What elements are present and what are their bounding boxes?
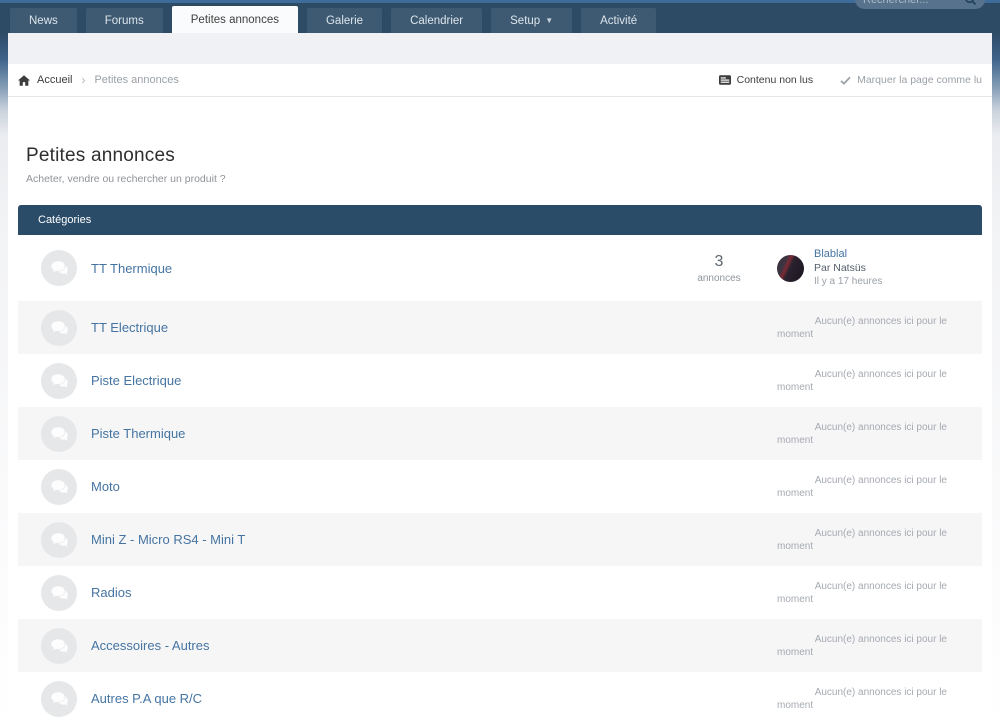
category-row: Piste Electrique Aucun(e) annonces ici p… xyxy=(18,354,982,407)
tab-calendrier[interactable]: Calendrier xyxy=(391,8,482,33)
comments-icon xyxy=(41,628,77,664)
main-content: Petites annonces Acheter, vendre ou rech… xyxy=(8,97,992,727)
check-icon xyxy=(840,76,851,85)
annonce-count: 3 xyxy=(679,253,759,271)
breadcrumb-current: Petites annonces xyxy=(94,74,178,86)
breadcrumb-actions: Contenu non lus Marquer la page comme lu xyxy=(719,74,982,86)
tab-label: Galerie xyxy=(326,15,363,27)
breadcrumb-trail: Accueil › Petites annonces xyxy=(18,73,179,87)
category-link[interactable]: Mini Z - Micro RS4 - Mini T xyxy=(91,532,679,547)
last-post: Aucun(e) annonces ici pour le moment xyxy=(777,421,952,447)
category-link[interactable]: Autres P.A que R/C xyxy=(91,691,679,706)
avatar[interactable] xyxy=(777,255,804,282)
last-post: Aucun(e) annonces ici pour le moment xyxy=(777,527,952,553)
empty-category-text: Aucun(e) annonces ici pour le moment xyxy=(777,686,947,712)
categories-header-bar: Catégories xyxy=(18,205,982,235)
home-icon[interactable] xyxy=(18,75,30,86)
unread-content-icon xyxy=(719,75,731,85)
comments-icon xyxy=(41,469,77,505)
page-title: Petites annonces xyxy=(26,145,974,167)
last-post: Aucun(e) annonces ici pour le moment xyxy=(777,315,952,341)
mark-read-label: Marquer la page comme lu xyxy=(857,74,982,86)
empty-category-text: Aucun(e) annonces ici pour le moment xyxy=(777,368,947,394)
categories-table: TT Thermique 3 annonces Blablal Par Nats… xyxy=(18,235,982,725)
empty-category-text: Aucun(e) annonces ici pour le moment xyxy=(777,315,947,341)
tab-petites-annonces[interactable]: Petites annonces xyxy=(172,6,298,33)
category-row: TT Electrique Aucun(e) annonces ici pour… xyxy=(18,301,982,354)
tab-label: Petites annonces xyxy=(191,14,279,26)
comments-icon xyxy=(41,363,77,399)
page-wrapper: Accueil › Petites annonces Contenu non l… xyxy=(8,33,992,727)
last-post: Aucun(e) annonces ici pour le moment xyxy=(777,474,952,500)
last-post-title[interactable]: Blablal xyxy=(814,247,882,261)
tab-label: Setup xyxy=(510,15,540,27)
category-stats: 3 annonces xyxy=(679,253,759,284)
category-row: Piste Thermique Aucun(e) annonces ici po… xyxy=(18,407,982,460)
category-link[interactable]: Piste Thermique xyxy=(91,426,679,441)
mark-read-link[interactable]: Marquer la page comme lu xyxy=(840,74,982,86)
unread-content-label: Contenu non lus xyxy=(737,74,813,86)
category-link[interactable]: Piste Electrique xyxy=(91,373,679,388)
empty-category-text: Aucun(e) annonces ici pour le moment xyxy=(777,474,947,500)
last-post: Aucun(e) annonces ici pour le moment xyxy=(777,633,952,659)
last-post-author: Par Natsüs xyxy=(814,261,882,275)
search-icon[interactable] xyxy=(964,0,977,6)
category-link[interactable]: Accessoires - Autres xyxy=(91,638,679,653)
category-row: Radios Aucun(e) annonces ici pour le mom… xyxy=(18,566,982,619)
tab-label: Activité xyxy=(600,15,637,27)
tab-galerie[interactable]: Galerie xyxy=(307,8,382,33)
category-link[interactable]: Radios xyxy=(91,585,679,600)
empty-category-text: Aucun(e) annonces ici pour le moment xyxy=(777,421,947,447)
last-post-time: Il y a 17 heures xyxy=(814,275,882,289)
tab-label: Calendrier xyxy=(410,15,463,27)
category-row: Mini Z - Micro RS4 - Mini T Aucun(e) ann… xyxy=(18,513,982,566)
tab-forums[interactable]: Forums xyxy=(86,8,163,33)
search-input[interactable] xyxy=(863,0,964,6)
tab-news[interactable]: News xyxy=(10,8,77,33)
page-header: Petites annonces Acheter, vendre ou rech… xyxy=(18,97,982,185)
category-row: TT Thermique 3 annonces Blablal Par Nats… xyxy=(18,235,982,301)
unread-content-link[interactable]: Contenu non lus xyxy=(719,74,813,86)
tab-label: News xyxy=(29,15,58,27)
breadcrumb: Accueil › Petites annonces Contenu non l… xyxy=(8,64,992,97)
comments-icon xyxy=(41,681,77,717)
empty-category-text: Aucun(e) annonces ici pour le moment xyxy=(777,633,947,659)
tab-label: Forums xyxy=(105,15,144,27)
last-post: Aucun(e) annonces ici pour le moment xyxy=(777,580,952,606)
header-spacer-band xyxy=(8,33,992,64)
category-link[interactable]: TT Thermique xyxy=(91,261,679,276)
page-subtitle: Acheter, vendre ou rechercher un produit… xyxy=(26,173,974,185)
category-row: Autres P.A que R/C Aucun(e) annonces ici… xyxy=(18,672,982,725)
category-link[interactable]: TT Electrique xyxy=(91,320,679,335)
last-post: Aucun(e) annonces ici pour le moment xyxy=(777,686,952,712)
category-row: Accessoires - Autres Aucun(e) annonces i… xyxy=(18,619,982,672)
search-box[interactable] xyxy=(855,0,985,9)
comments-icon xyxy=(41,575,77,611)
comments-icon xyxy=(41,250,77,286)
category-link[interactable]: Moto xyxy=(91,479,679,494)
comments-icon xyxy=(41,310,77,346)
last-post: Aucun(e) annonces ici pour le moment xyxy=(777,368,952,394)
empty-category-text: Aucun(e) annonces ici pour le moment xyxy=(777,580,947,606)
chevron-right-icon: › xyxy=(79,73,87,87)
comments-icon xyxy=(41,416,77,452)
breadcrumb-home-link[interactable]: Accueil xyxy=(37,74,72,86)
annonce-count-label: annonces xyxy=(679,273,759,284)
last-post: Blablal Par Natsüs Il y a 17 heures xyxy=(777,247,952,289)
tab-setup[interactable]: Setup ▼ xyxy=(491,8,572,33)
comments-icon xyxy=(41,522,77,558)
empty-category-text: Aucun(e) annonces ici pour le moment xyxy=(777,527,947,553)
main-navigation: News Forums Petites annonces Galerie Cal… xyxy=(0,3,1000,33)
tab-activite[interactable]: Activité xyxy=(581,8,656,33)
category-row: Moto Aucun(e) annonces ici pour le momen… xyxy=(18,460,982,513)
chevron-down-icon: ▼ xyxy=(545,17,553,25)
